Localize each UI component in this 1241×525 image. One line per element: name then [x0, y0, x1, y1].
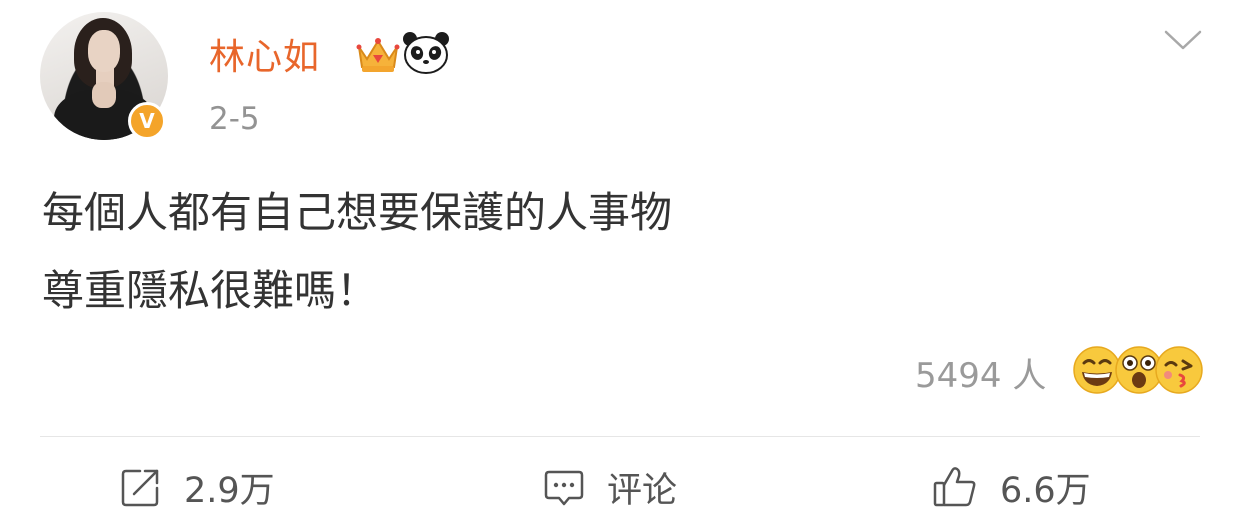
post-date: 2-5: [209, 101, 260, 137]
thumbs-up-icon: [933, 467, 976, 507]
post-content: 每個人都有自己想要保護的人事物 尊重隱私很難嗎！: [42, 174, 672, 330]
comment-icon: [544, 470, 584, 506]
reaction-count[interactable]: 5494 人: [915, 348, 1046, 397]
panda-icon: [403, 32, 449, 74]
post-content-line: 尊重隱私很難嗎！: [42, 266, 379, 315]
share-icon: [121, 469, 159, 507]
username[interactable]: 林心如: [209, 28, 320, 80]
repost-button[interactable]: 2.9万: [120, 462, 275, 512]
repost-count: 2.9万: [184, 470, 275, 511]
verified-badge-icon: V: [128, 102, 166, 140]
comment-button[interactable]: 评论: [543, 462, 677, 512]
like-count: 6.6万: [1000, 470, 1091, 511]
comment-label: 评论: [607, 470, 678, 511]
kissing-emoji-icon: [1155, 346, 1203, 394]
chevron-down-icon[interactable]: [1163, 28, 1203, 52]
reaction-emojis[interactable]: [1072, 345, 1203, 395]
post-content-line: 每個人都有自己想要保護的人事物: [42, 188, 673, 237]
crown-icon: [356, 38, 400, 72]
like-button[interactable]: 6.6万: [932, 462, 1091, 512]
divider: [40, 436, 1200, 437]
